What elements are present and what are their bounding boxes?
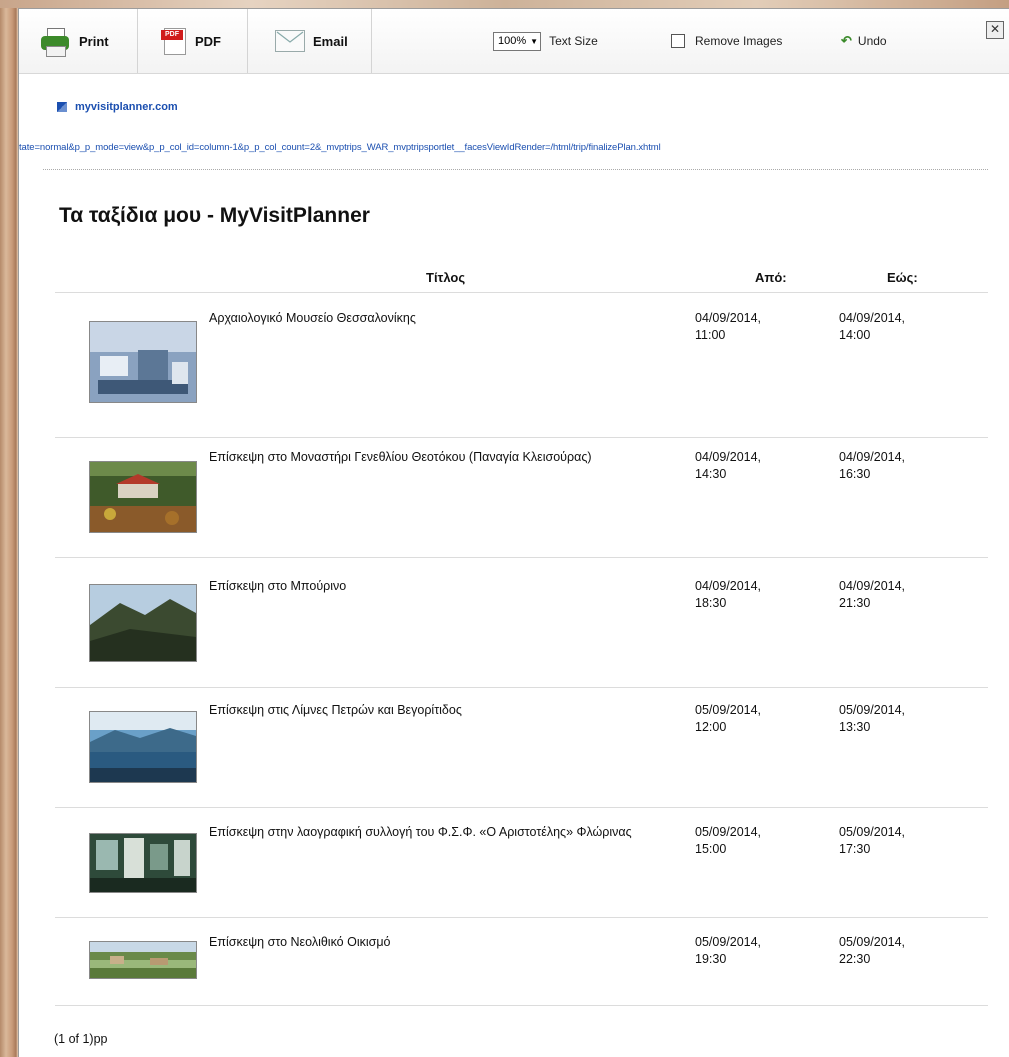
from-date: 05/09/2014, 15:00 (695, 825, 762, 856)
divider (43, 169, 988, 170)
row-title: Επίσκεψη στις Λίμνες Πετρών και Βεγορίτι… (209, 703, 462, 717)
row-divider (55, 557, 988, 558)
row-divider (55, 807, 988, 808)
page-url[interactable]: tate=normal&p_p_mode=view&p_p_col_id=col… (19, 142, 1009, 153)
from-date: 05/09/2014, 12:00 (695, 703, 762, 734)
thumbnail-lake-image (89, 711, 197, 783)
row-divider (55, 1005, 988, 1006)
background-strip (0, 0, 1009, 8)
to-date: 05/09/2014, 17:30 (839, 825, 906, 856)
print-preview-window: Print PDF PDF Email 100% ▼ Text Size Rem… (18, 8, 1009, 1057)
pagination-info: (1 of 1)pp (54, 1032, 108, 1046)
row-divider (55, 917, 988, 918)
thumbnail-monastery-image (89, 461, 197, 533)
pdf-button[interactable]: PDF PDF (161, 9, 221, 73)
undo-button[interactable]: ↶ Undo (841, 9, 887, 73)
remove-images-label: Remove Images (695, 34, 783, 48)
row-divider (55, 437, 988, 438)
pdf-icon: PDF (161, 26, 187, 56)
toolbar-divider (371, 9, 372, 73)
site-favicon-icon (57, 102, 67, 112)
row-divider (55, 687, 988, 688)
to-date: 04/09/2014, 16:30 (839, 450, 906, 481)
pdf-label: PDF (195, 33, 221, 49)
row-title: Επίσκεψη στο Μοναστήρι Γενεθλίου Θεοτόκο… (209, 450, 592, 464)
close-icon: ✕ (989, 22, 1001, 36)
to-date: 05/09/2014, 22:30 (839, 935, 906, 966)
remove-images-checkbox[interactable] (671, 34, 685, 48)
thumbnail-mountain-image (89, 584, 197, 662)
column-header-from: Από: (755, 270, 787, 285)
from-date: 05/09/2014, 19:30 (695, 935, 762, 966)
row-title: Επίσκεψη στο Μπούρινο (209, 579, 347, 593)
close-button[interactable]: ✕ (986, 21, 1004, 39)
zoom-select[interactable]: 100% ▼ (493, 31, 542, 51)
from-date: 04/09/2014, 14:30 (695, 450, 762, 481)
print-button[interactable]: Print (39, 9, 109, 73)
header-divider (55, 292, 988, 293)
row-title: Επίσκεψη στην λαογραφική συλλογή του Φ.Σ… (209, 825, 632, 839)
column-header-title: Τίτλος (426, 270, 466, 285)
undo-label: Undo (857, 34, 887, 48)
text-size-label: Text Size (549, 34, 598, 48)
text-size-control: 100% ▼ Text Size (493, 9, 598, 73)
column-header-to: Εώς: (887, 270, 918, 285)
email-label: Email (313, 33, 348, 49)
toolbar-divider (247, 9, 248, 73)
thumbnail-museum-image (89, 321, 197, 403)
row-title: Επίσκεψη στο Νεολιθικό Οικισμό (209, 935, 391, 949)
toolbar-divider (137, 9, 138, 73)
undo-icon: ↶ (841, 33, 852, 48)
printer-icon (39, 26, 71, 57)
page-title: Τα ταξίδια μου - MyVisitPlanner (59, 204, 370, 227)
thumbnail-folk-collection-image (89, 833, 197, 893)
to-date: 04/09/2014, 14:00 (839, 311, 906, 342)
toolbar: Print PDF PDF Email 100% ▼ Text Size Rem… (19, 9, 1009, 74)
row-title: Αρχαιολογικό Μουσείο Θεσσαλονίκης (209, 311, 416, 325)
to-date: 05/09/2014, 13:30 (839, 703, 906, 734)
to-date: 04/09/2014, 21:30 (839, 579, 906, 610)
print-label: Print (79, 33, 109, 49)
envelope-icon (275, 30, 305, 52)
site-name: myvisitplanner.com (75, 101, 178, 113)
site-link[interactable]: myvisitplanner.com (57, 101, 178, 113)
zoom-value: 100% (498, 35, 527, 47)
thumbnail-neolithic-settlement-image (89, 941, 197, 979)
chevron-down-icon: ▼ (530, 36, 539, 46)
from-date: 04/09/2014, 18:30 (695, 579, 762, 610)
from-date: 04/09/2014, 11:00 (695, 311, 762, 342)
email-button[interactable]: Email (275, 9, 348, 73)
remove-images-option[interactable]: Remove Images (671, 9, 782, 73)
